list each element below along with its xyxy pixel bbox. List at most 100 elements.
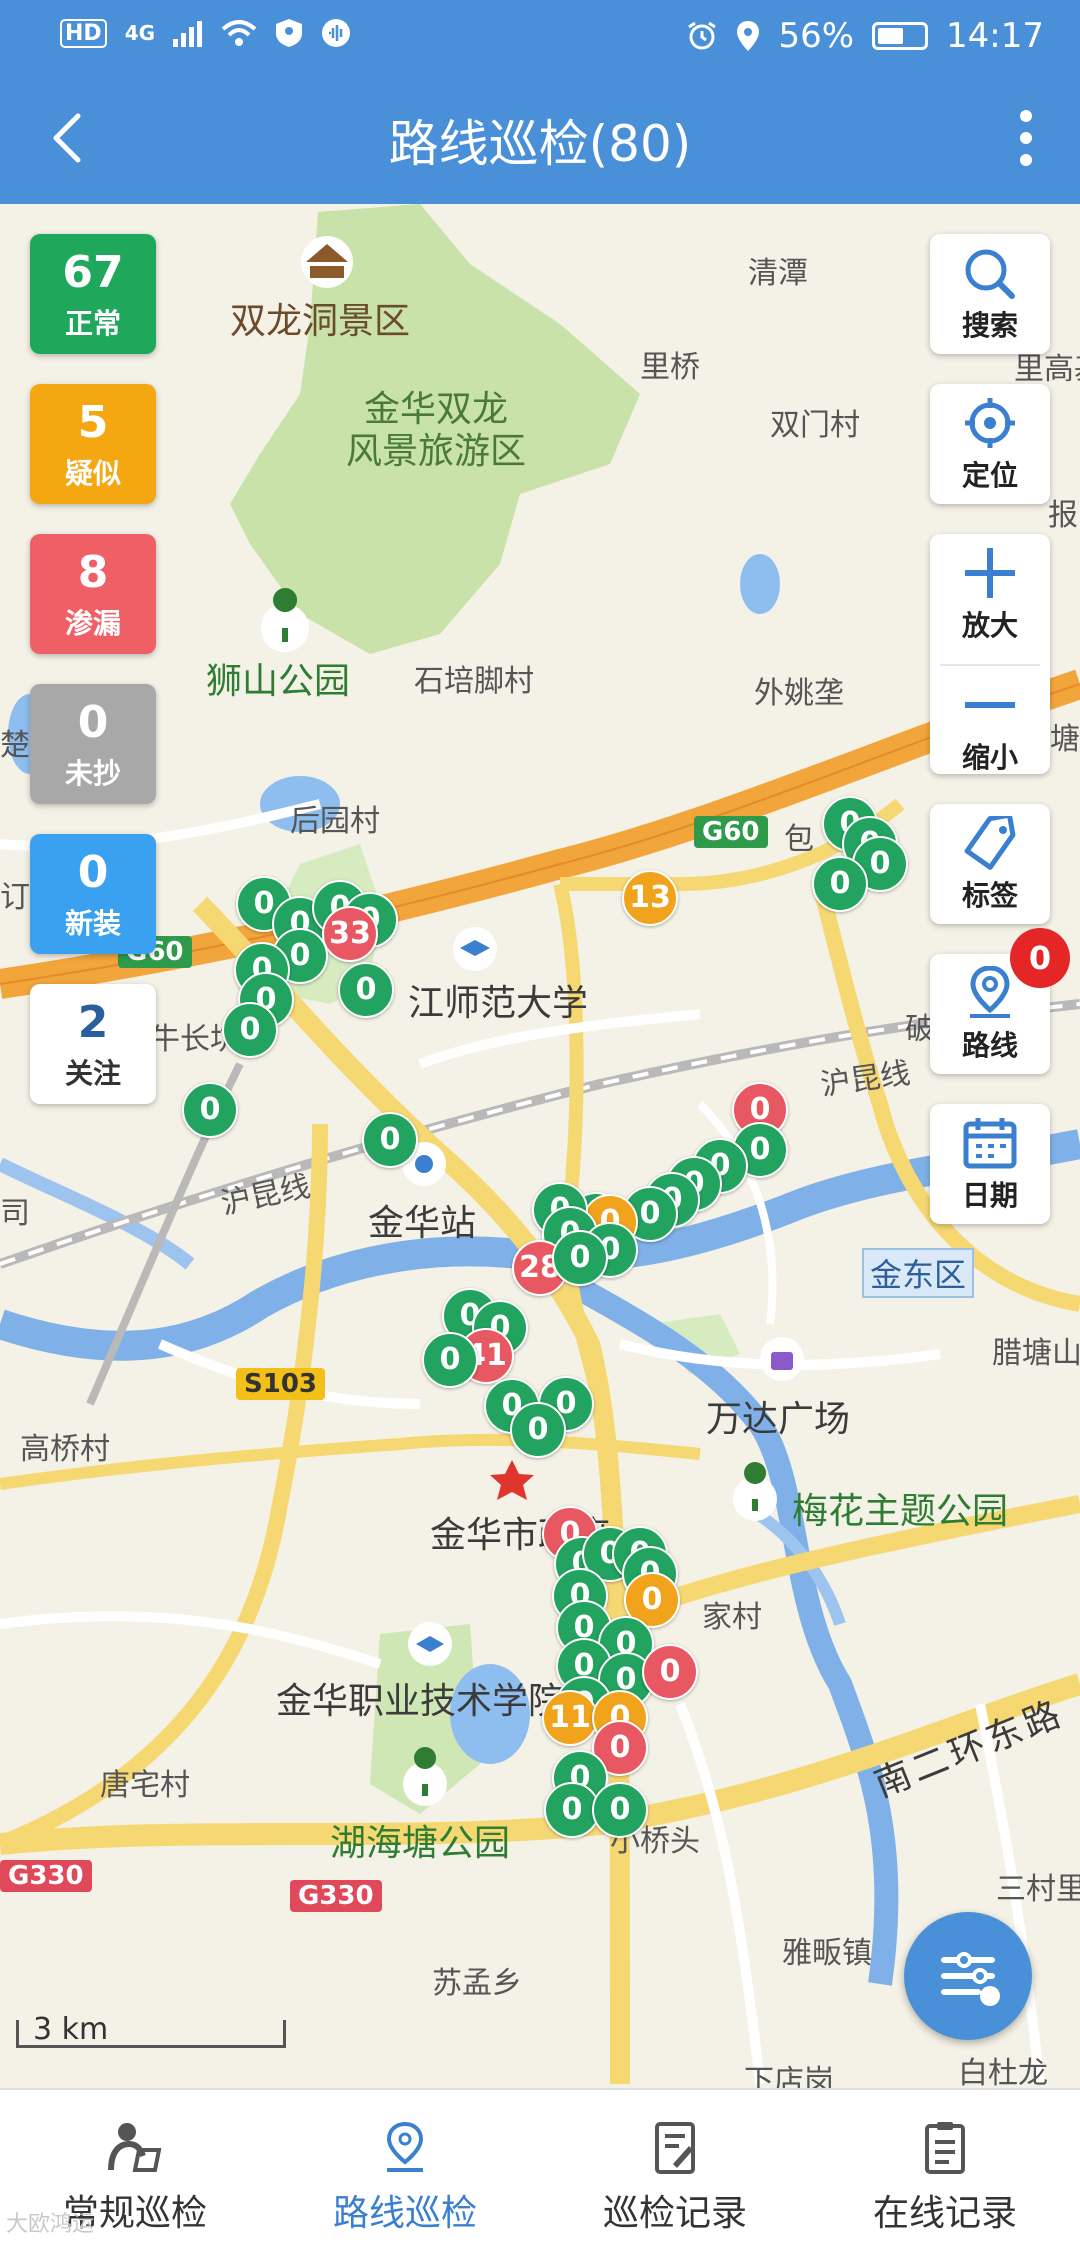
battery-percent: 56% bbox=[778, 16, 855, 56]
map-label: 清潭 bbox=[748, 256, 808, 291]
watermark: 大欧鸿运 bbox=[6, 2212, 95, 2237]
inspection-marker[interactable]: 0 bbox=[510, 1402, 566, 1458]
route-settings-fab[interactable] bbox=[904, 1912, 1032, 2040]
map-label: 三村里 bbox=[996, 1872, 1080, 1907]
map-label: 报 bbox=[1048, 498, 1078, 533]
search-label: 搜索 bbox=[961, 309, 1018, 342]
signal-icon bbox=[173, 21, 203, 47]
alarm-icon bbox=[688, 21, 717, 50]
stat-card-normal[interactable]: 67 正常 bbox=[30, 234, 156, 354]
stat-card-unread[interactable]: 0 未抄 bbox=[30, 684, 156, 804]
stat-card-follow[interactable]: 2 关注 bbox=[30, 984, 156, 1104]
page-title: 路线巡检(80) bbox=[388, 115, 692, 173]
crosshair-icon bbox=[965, 398, 1015, 448]
stat-count: 5 bbox=[77, 397, 109, 448]
map-label: 梅花主题公园 bbox=[792, 1491, 1009, 1532]
stat-count: 8 bbox=[77, 547, 109, 598]
person-inspect-icon bbox=[108, 2123, 162, 2172]
audio-icon bbox=[322, 19, 351, 47]
search-button[interactable]: 搜索 bbox=[930, 234, 1050, 354]
date-label: 日期 bbox=[961, 1179, 1018, 1212]
search-icon bbox=[965, 249, 1015, 299]
inspection-marker[interactable]: 0 bbox=[182, 1082, 238, 1138]
stat-count: 2 bbox=[77, 997, 109, 1048]
zoom-in-button[interactable]: 放大 bbox=[930, 546, 1050, 664]
district-label: 金东区 bbox=[862, 1248, 975, 1298]
tab-label: 巡检记录 bbox=[602, 2193, 747, 2234]
stat-label: 正常 bbox=[64, 307, 121, 340]
minus-icon bbox=[965, 702, 1015, 708]
highway-shield: G60 bbox=[694, 816, 768, 848]
map-label: 家村 bbox=[702, 1600, 762, 1635]
date-button[interactable]: 日期 bbox=[930, 1104, 1050, 1224]
stat-card-new[interactable]: 0 新装 bbox=[30, 834, 156, 954]
inspection-marker[interactable]: 0 bbox=[362, 1112, 418, 1168]
bottom-tab-bar: 常规巡检 路线巡检 巡检记录 在线记录 bbox=[0, 2088, 1080, 2244]
location-status-icon bbox=[737, 21, 760, 51]
inspection-marker[interactable]: 11 bbox=[542, 1690, 598, 1746]
map-label: 双门村 bbox=[770, 408, 860, 443]
map-label: 石培脚村 bbox=[414, 664, 534, 699]
map-label: 金华职业技术学院 bbox=[276, 1681, 565, 1722]
inspection-marker[interactable]: 13 bbox=[622, 870, 678, 926]
inspection-marker[interactable]: 0 bbox=[592, 1782, 648, 1838]
stat-card-suspected[interactable]: 5 疑似 bbox=[30, 384, 156, 504]
stat-count: 0 bbox=[77, 697, 109, 748]
map-label: 江师范大学 bbox=[408, 983, 589, 1024]
stat-count: 67 bbox=[62, 247, 124, 298]
edit-record-icon bbox=[655, 2122, 695, 2174]
map-label: 湖海塘公园 bbox=[330, 1823, 511, 1864]
map-label: 下店岗 bbox=[744, 2064, 834, 2088]
scale-label: 3 km bbox=[33, 2012, 109, 2047]
highway-shield: S103 bbox=[236, 1368, 325, 1400]
plus-icon bbox=[965, 548, 1015, 598]
inspection-marker[interactable]: 0 bbox=[338, 962, 394, 1018]
divider bbox=[940, 664, 1040, 666]
locate-button[interactable]: 定位 bbox=[930, 384, 1050, 504]
route-label: 路线 bbox=[961, 1029, 1018, 1062]
app-bar: 路线巡检(80) bbox=[0, 74, 1080, 204]
tab-label: 在线记录 bbox=[872, 2193, 1017, 2234]
map-label: 唐宅村 bbox=[100, 1768, 190, 1803]
map-view[interactable]: 双龙洞景区 金华双龙 风景旅游区 清潭 里桥 里高基 双门村 报 狮山公园 石培… bbox=[0, 204, 1080, 2088]
map-label: 狮山公园 bbox=[206, 661, 351, 702]
map-label: 双龙洞景区 bbox=[230, 301, 411, 342]
map-label: 万达广场 bbox=[706, 1399, 851, 1440]
stat-label: 疑似 bbox=[64, 457, 121, 490]
inspection-marker[interactable]: 0 bbox=[812, 856, 868, 912]
location-pin-icon bbox=[970, 966, 1010, 1018]
clock: 14:17 bbox=[946, 16, 1044, 56]
zoom-in-label: 放大 bbox=[961, 609, 1018, 642]
tab-route-inspection[interactable]: 路线巡检 bbox=[270, 2090, 540, 2244]
map-label: 塘 bbox=[1050, 722, 1080, 757]
inspection-marker[interactable]: 0 bbox=[552, 1230, 608, 1286]
inspection-marker[interactable]: 0 bbox=[222, 1002, 278, 1058]
tag-button[interactable]: 标签 bbox=[930, 804, 1050, 924]
tab-inspection-records[interactable]: 巡检记录 bbox=[540, 2090, 810, 2244]
inspection-marker[interactable]: 0 bbox=[642, 1644, 698, 1700]
battery-icon bbox=[872, 22, 929, 50]
clipboard-icon bbox=[925, 2122, 965, 2174]
stat-label: 渗漏 bbox=[64, 607, 121, 640]
locate-label: 定位 bbox=[961, 459, 1018, 492]
map-label: 雅畈镇 bbox=[782, 1936, 872, 1971]
status-bar: HD 4G 56% 14:17 bbox=[0, 0, 1080, 74]
map-label: 后园村 bbox=[290, 804, 380, 839]
map-label: 外姚垄 bbox=[754, 676, 844, 711]
map-base bbox=[0, 204, 1080, 2085]
inspection-marker[interactable]: 33 bbox=[322, 906, 378, 962]
zoom-out-button[interactable]: 缩小 bbox=[930, 678, 1050, 796]
hd-indicator: HD bbox=[60, 18, 107, 48]
network-indicator: 4G bbox=[124, 21, 156, 45]
map-label: 里桥 bbox=[640, 350, 700, 385]
sliders-icon bbox=[941, 1952, 1000, 2006]
inspection-marker[interactable]: 0 bbox=[422, 1332, 478, 1388]
tab-online-records[interactable]: 在线记录 bbox=[810, 2090, 1080, 2244]
tag-icon bbox=[964, 816, 1016, 870]
calendar-icon bbox=[963, 1118, 1017, 1169]
map-label: 楚 bbox=[0, 728, 30, 763]
wifi-icon bbox=[221, 20, 257, 46]
more-vertical-icon[interactable] bbox=[996, 102, 1056, 174]
stat-card-leak[interactable]: 8 渗漏 bbox=[30, 534, 156, 654]
highway-shield: G330 bbox=[290, 1880, 382, 1912]
